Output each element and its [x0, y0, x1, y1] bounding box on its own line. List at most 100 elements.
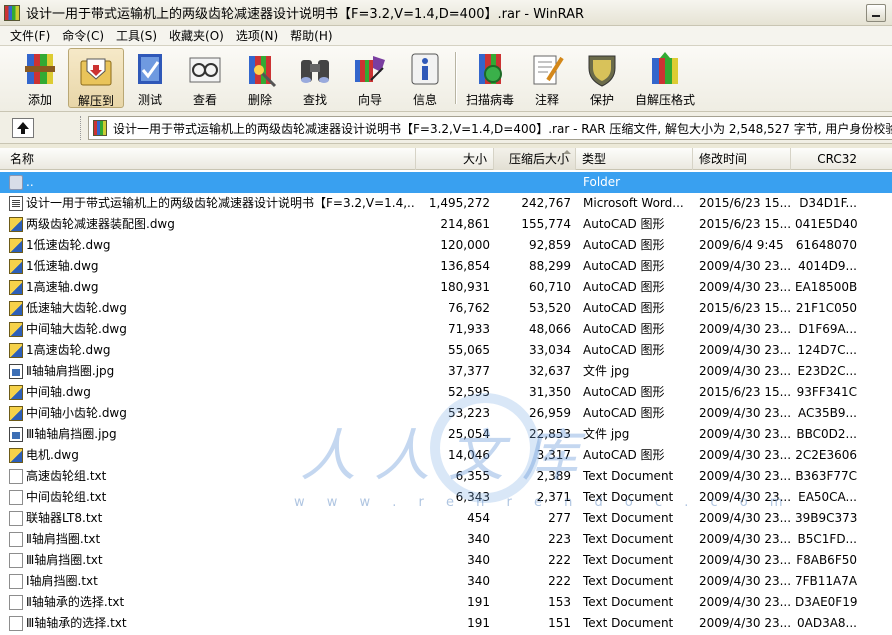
- cell-packed: 222: [548, 574, 571, 588]
- column-name[interactable]: 名称: [0, 148, 416, 170]
- minimize-icon: [872, 15, 880, 17]
- cell-size: [416, 172, 490, 193]
- jpg-file-icon: [9, 427, 23, 442]
- cell-modified: 2009/4/30 23...: [699, 343, 791, 357]
- cell-packed: 277: [548, 511, 571, 525]
- cell-crc: 7FB11A7A: [795, 574, 857, 588]
- cell-modified: 2009/4/30 23...: [699, 574, 791, 588]
- cell-packed: 60,710: [529, 280, 571, 294]
- file-row[interactable]: Ⅲ轴肩挡圈.txt 340 222 Text Document 2009/4/30 23…: [0, 550, 892, 571]
- virus-scan-button[interactable]: 扫描病毒: [462, 48, 518, 108]
- menu-commands[interactable]: 命令(C): [56, 27, 110, 44]
- extract-to-icon: [77, 51, 115, 89]
- cell-crc: AC35B9...: [798, 406, 857, 420]
- virus-scan-label: 扫描病毒: [465, 93, 514, 107]
- cell-crc: BBC0D2...: [796, 427, 857, 441]
- column-size[interactable]: 大小: [416, 148, 494, 170]
- menu-tools[interactable]: 工具(S): [110, 27, 163, 44]
- cell-packed: 222: [548, 553, 571, 567]
- file-row[interactable]: Ⅲ轴轴承的选择.txt 191 151 Text Document 2009/4/30 …: [0, 613, 892, 634]
- column-crc[interactable]: CRC32: [791, 148, 865, 170]
- file-row[interactable]: 联轴器LT8.txt 454 277 Text Document 2009/4/30 2…: [0, 508, 892, 529]
- test-button[interactable]: 测试: [124, 48, 176, 108]
- file-row[interactable]: 高速齿轮组.txt 6,355 2,389 Text Document 2009/4/3…: [0, 466, 892, 487]
- cell-packed: 92,859: [529, 238, 571, 252]
- protect-button[interactable]: 保护: [576, 48, 628, 108]
- cell-modified: 2009/4/30 23...: [699, 595, 791, 609]
- address-field[interactable]: 设计一用于带式运输机上的两级齿轮减速器设计说明书【F=3.2,V=1.4,D=4…: [88, 116, 892, 140]
- add-label: 添加: [27, 93, 52, 107]
- cell-type: AutoCAD 图形: [583, 406, 665, 420]
- column-modified[interactable]: 修改时间: [693, 148, 791, 170]
- file-row[interactable]: 1低速齿轮.dwg 120,000 92,859 AutoCAD 图形 2009/6/4…: [0, 235, 892, 256]
- cell-name: 中间齿轮组.txt: [26, 490, 107, 504]
- cell-name: Ⅱ轴轴承的选择.txt: [26, 595, 125, 609]
- cell-size: 214,861: [440, 217, 490, 231]
- cell-packed: 153: [548, 595, 571, 609]
- cell-type: AutoCAD 图形: [583, 259, 665, 273]
- menu-file[interactable]: 文件(F): [4, 27, 56, 44]
- info-button[interactable]: 信息: [398, 48, 452, 108]
- menu-help[interactable]: 帮助(H): [284, 27, 338, 44]
- dwg-file-icon: [9, 448, 23, 463]
- file-row[interactable]: 1低速轴.dwg 136,854 88,299 AutoCAD 图形 2009/4/30…: [0, 256, 892, 277]
- file-row[interactable]: 中间轴.dwg 52,595 31,350 AutoCAD 图形 2015/6/23 1…: [0, 382, 892, 403]
- file-row[interactable]: 电机.dwg 14,046 3,317 AutoCAD 图形 2009/4/30 23.…: [0, 445, 892, 466]
- cell-name: ..: [26, 175, 34, 189]
- file-row[interactable]: Ⅲ轴轴肩挡圈.jpg 25,054 22,853 文件 jpg 2009/4/30 23…: [0, 424, 892, 445]
- cell-modified: 2009/4/30 23...: [699, 616, 791, 630]
- sfx-button[interactable]: 自解压格式: [632, 48, 698, 108]
- cell-crc: D34D1F...: [799, 196, 857, 210]
- dwg-file-icon: [9, 259, 23, 274]
- delete-button[interactable]: 删除: [234, 48, 286, 108]
- file-row[interactable]: 中间齿轮组.txt 6,343 2,371 Text Document 2009/4/3…: [0, 487, 892, 508]
- cell-size: 52,595: [448, 385, 490, 399]
- wizard-button[interactable]: 向导: [342, 48, 398, 108]
- cell-modified: 2009/4/30 23...: [699, 490, 791, 504]
- cell-packed: [494, 172, 571, 193]
- file-row[interactable]: 中间轴大齿轮.dwg 71,933 48,066 AutoCAD 图形 2009/4/3…: [0, 319, 892, 340]
- file-row[interactable]: 1高速轴.dwg 180,931 60,710 AutoCAD 图形 2009/4/30…: [0, 277, 892, 298]
- file-row[interactable]: 中间轴小齿轮.dwg 53,223 26,959 AutoCAD 图形 2009/4/3…: [0, 403, 892, 424]
- view-button[interactable]: 查看: [178, 48, 232, 108]
- file-row[interactable]: Ⅱ轴轴肩挡圈.jpg 37,377 32,637 文件 jpg 2009/4/30 23…: [0, 361, 892, 382]
- cell-type: 文件 jpg: [583, 364, 630, 378]
- file-row[interactable]: 低速轴大齿轮.dwg 76,762 53,520 AutoCAD 图形 2015/6/2…: [0, 298, 892, 319]
- cell-name: 中间轴小齿轮.dwg: [26, 406, 127, 420]
- file-row[interactable]: Ⅱ轴轴承的选择.txt 191 153 Text Document 2009/4/30 …: [0, 592, 892, 613]
- file-row[interactable]: Ⅰ轴肩挡圈.txt 340 222 Text Document 2009/4/30 23…: [0, 571, 892, 592]
- find-button[interactable]: 查找: [288, 48, 342, 108]
- comment-button[interactable]: 注释: [522, 48, 572, 108]
- cell-crc: 4014D9...: [798, 259, 857, 273]
- up-folder-button[interactable]: [12, 118, 34, 138]
- winrar-app-icon: [4, 4, 20, 21]
- file-row[interactable]: 设计一用于带式运输机上的两级齿轮减速器设计说明书【F=3.2,V=1.4,...…: [0, 193, 892, 214]
- cell-crc: 61648070: [795, 238, 857, 252]
- minimize-button[interactable]: [866, 4, 886, 22]
- cell-packed: 223: [548, 532, 571, 546]
- dwg-file-icon: [9, 238, 23, 253]
- cell-crc: EA18500B: [795, 280, 857, 294]
- cell-packed: 2,389: [536, 469, 571, 483]
- address-text: 设计一用于带式运输机上的两级齿轮减速器设计说明书【F=3.2,V=1.4,D=4…: [113, 121, 892, 136]
- add-button[interactable]: 添加: [12, 48, 68, 108]
- cell-name: 两级齿轮减速器装配图.dwg: [26, 217, 175, 231]
- cell-crc: E23D2C...: [797, 364, 857, 378]
- file-row[interactable]: Ⅱ轴肩挡圈.txt 340 223 Text Document 2009/4/30 23…: [0, 529, 892, 550]
- file-row[interactable]: 两级齿轮减速器装配图.dwg 214,861 155,774 AutoCAD 图形 20…: [0, 214, 892, 235]
- cell-packed: 151: [548, 616, 571, 630]
- dwg-file-icon: [9, 322, 23, 337]
- extract-to-button[interactable]: 解压到: [68, 48, 124, 108]
- cell-name: 电机.dwg: [26, 448, 79, 462]
- parent-folder-row[interactable]: .. Folder: [0, 172, 892, 193]
- menu-options[interactable]: 选项(N): [230, 27, 284, 44]
- file-row[interactable]: 1高速齿轮.dwg 55,065 33,034 AutoCAD 图形 2009/4/30…: [0, 340, 892, 361]
- sfx-label: 自解压格式: [634, 93, 695, 107]
- cell-crc: 124D7C...: [797, 343, 857, 357]
- menu-favorites[interactable]: 收藏夹(O): [163, 27, 230, 44]
- cell-packed: 242,767: [521, 196, 571, 210]
- cell-crc: [795, 172, 857, 193]
- dwg-file-icon: [9, 301, 23, 316]
- column-packed[interactable]: 压缩后大小: [494, 148, 576, 170]
- column-type[interactable]: 类型: [576, 148, 693, 170]
